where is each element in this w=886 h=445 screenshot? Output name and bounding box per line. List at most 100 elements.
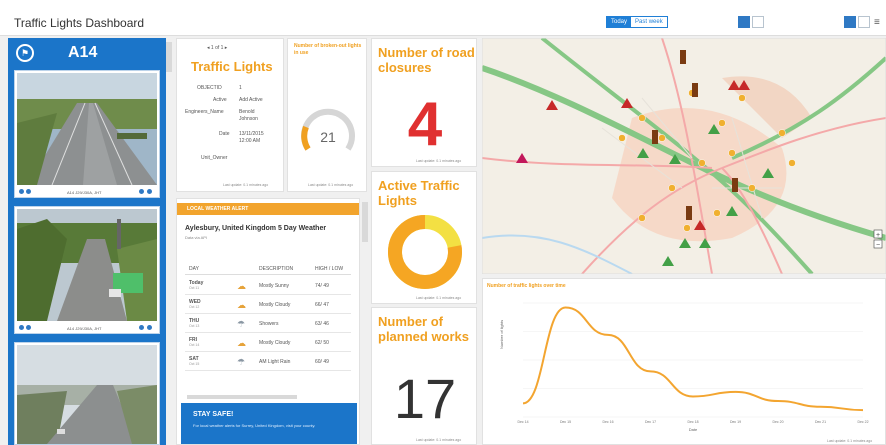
field-label: OBJECTID: [197, 85, 222, 91]
camera-card[interactable]: [14, 342, 160, 445]
expand-icon[interactable]: [147, 189, 152, 194]
y-axis-label: Number of lights: [499, 320, 504, 349]
x-tick-label: Dec 15: [560, 420, 571, 424]
weather-date: Oct 11: [189, 286, 200, 290]
camera-card[interactable]: A14 J29/J30A, JHT: [14, 70, 160, 198]
active-traffic-lights-panel: Active Traffic Lights Last update: 0.1 m…: [371, 171, 477, 304]
weather-temp: 60/ 49: [315, 359, 329, 365]
field-value: Add Active: [239, 97, 263, 103]
line-chart: Number of lights Date Dec 14 Dec 15 Dec 16…: [499, 302, 869, 432]
page-title: Traffic Lights Dashboard: [14, 16, 145, 30]
x-tick-label: Dec 20: [772, 420, 783, 424]
camera-image: [17, 73, 157, 185]
weather-temp: 62/ 50: [315, 340, 329, 346]
weather-desc: Mostly Cloudy: [259, 302, 291, 308]
traffic-lights-title: Traffic Lights: [191, 59, 273, 74]
camera-image: [17, 209, 157, 321]
refresh-icon[interactable]: [26, 325, 31, 330]
camera-card[interactable]: A14 J29/J30A, JHT: [14, 206, 160, 334]
x-tick-label: Dec 19: [730, 420, 741, 424]
broken-lights-gauge-panel: Number of broken-out lights in use 21 La…: [287, 38, 367, 192]
segment-past-week[interactable]: Past week: [631, 17, 667, 27]
series-line: [522, 306, 864, 412]
x-tick-label: Dec 16: [602, 420, 613, 424]
expand-icon[interactable]: [147, 325, 152, 330]
camera-panel-header: ⚑ A14: [8, 38, 166, 68]
weather-date: Oct 13: [189, 324, 200, 328]
partly-sunny-icon: ☁: [237, 281, 246, 291]
info-icon[interactable]: [19, 189, 24, 194]
x-axis-label: Date: [689, 427, 698, 432]
weather-alert-bar: LOCAL WEATHER ALERT: [177, 203, 359, 215]
weather-desc: Mostly Cloudy: [259, 340, 291, 346]
zoom-in-icon[interactable]: +: [876, 232, 880, 239]
x-tick-label: Dec 21: [815, 420, 826, 424]
dashboard-scrollbar[interactable]: [362, 202, 368, 242]
x-tick-label: Dec 18: [687, 420, 698, 424]
weather-panel: LOCAL WEATHER ALERT Aylesbury, United Ki…: [176, 198, 360, 445]
weather-row: THU Oct 13 ☂ Showers 63/ 46: [185, 315, 351, 333]
map-canvas[interactable]: + −: [482, 38, 886, 274]
stay-safe-title: STAY SAFE!: [193, 411, 234, 418]
weather-desc: Mostly Sunny: [259, 283, 290, 289]
col-description: DESCRIPTION: [259, 266, 294, 272]
layout-icon[interactable]: [738, 16, 750, 28]
zoom-out-icon[interactable]: −: [876, 242, 880, 249]
field-value: 1: [239, 85, 242, 91]
time-range-toggle[interactable]: Today Past week: [606, 16, 668, 28]
planned-works-panel: Number of planned works 17 Last update: …: [371, 307, 477, 445]
info-icon[interactable]: [19, 325, 24, 330]
camera-footer: A14 J29/J30A, JHT: [15, 323, 159, 333]
active-lights-donut: [388, 215, 462, 289]
stay-safe-banner: STAY SAFE! For local weather alerts for …: [181, 403, 357, 444]
x-tick-label: Dec 14: [517, 420, 528, 424]
last-update: Last update: 0.1 minutes ago: [416, 296, 462, 300]
dashboard: Traffic Lights Dashboard Today Past week…: [0, 0, 886, 445]
camera-caption: A14 J29/J30A, JHT: [67, 326, 102, 331]
cloud-icon: ☁: [237, 300, 246, 310]
weather-row: SAT Oct 15 ☂ AM Light Rain 60/ 49: [185, 353, 351, 371]
gauge-title: Number of broken-out lights in use: [294, 43, 362, 56]
refresh-icon[interactable]: [26, 189, 31, 194]
weather-row: FRI Oct 14 ☁ Mostly Cloudy 62/ 50: [185, 334, 351, 352]
last-update: Last update: 0.1 minutes ago: [308, 183, 354, 187]
list-view-icon[interactable]: [858, 16, 870, 28]
stay-safe-text: For local weather alerts for Surrey, Uni…: [193, 423, 316, 428]
planned-works-title: Number of planned works: [378, 314, 470, 344]
segment-today[interactable]: Today: [607, 17, 632, 27]
record-counter: 1 of 1: [210, 45, 224, 51]
traffic-map[interactable]: + −: [482, 38, 886, 274]
camera-panel: ⚑ A14 A14 J29/J30A, JHT A14 J29/J30A, JH…: [8, 38, 166, 445]
field-value: Benold Johnson: [239, 109, 258, 122]
weather-date: Oct 12: [189, 305, 200, 309]
x-tick-label: Dec 22: [857, 420, 868, 424]
camera-image: [17, 345, 157, 444]
camera-scrollbar[interactable]: [166, 42, 172, 72]
menu-icon[interactable]: ≡: [874, 17, 880, 28]
weather-table-header: DAY DESCRIPTION HIGH / LOW: [185, 263, 351, 275]
weather-hscroll[interactable]: [187, 395, 297, 399]
camera-footer: A14 J29/J30A, JHT: [15, 187, 159, 197]
last-update: Last update: 0.1 minutes ago: [223, 183, 269, 187]
grid-view-icon[interactable]: [844, 16, 856, 28]
traffic-lights-details: ◂ 1 of 1 ▸ Traffic Lights OBJECTID 1 Act…: [176, 38, 284, 192]
weather-title: Aylesbury, United Kingdom 5 Day Weather: [185, 225, 327, 232]
planned-works-value: 17: [393, 367, 457, 430]
camera-caption: A14 J29/J30A, JHT: [67, 190, 102, 195]
zoom-icon[interactable]: [139, 325, 144, 330]
cloud-icon: ☁: [237, 338, 246, 348]
road-closures-value: 4: [407, 90, 443, 159]
col-high-low: HIGH / LOW: [315, 266, 344, 272]
road-closures-title: Number of road closures: [378, 45, 475, 75]
weather-row: WED Oct 12 ☁ Mostly Cloudy 66/ 47: [185, 296, 351, 314]
gauge-value: 21: [320, 129, 336, 145]
road-closures-panel: Number of road closures 4 Last update: 0…: [371, 38, 477, 167]
weather-date: Oct 15: [189, 362, 200, 366]
cloud-rain-icon: ☂: [237, 319, 246, 329]
theme-icon[interactable]: [752, 16, 764, 28]
weather-desc: AM Light Rain: [259, 359, 291, 365]
record-nav[interactable]: ◂ 1 of 1 ▸: [207, 45, 227, 51]
last-update: Last update: 0.1 minutes ago: [827, 439, 873, 443]
traffic-logo-icon: ⚑: [16, 44, 34, 62]
zoom-icon[interactable]: [139, 189, 144, 194]
